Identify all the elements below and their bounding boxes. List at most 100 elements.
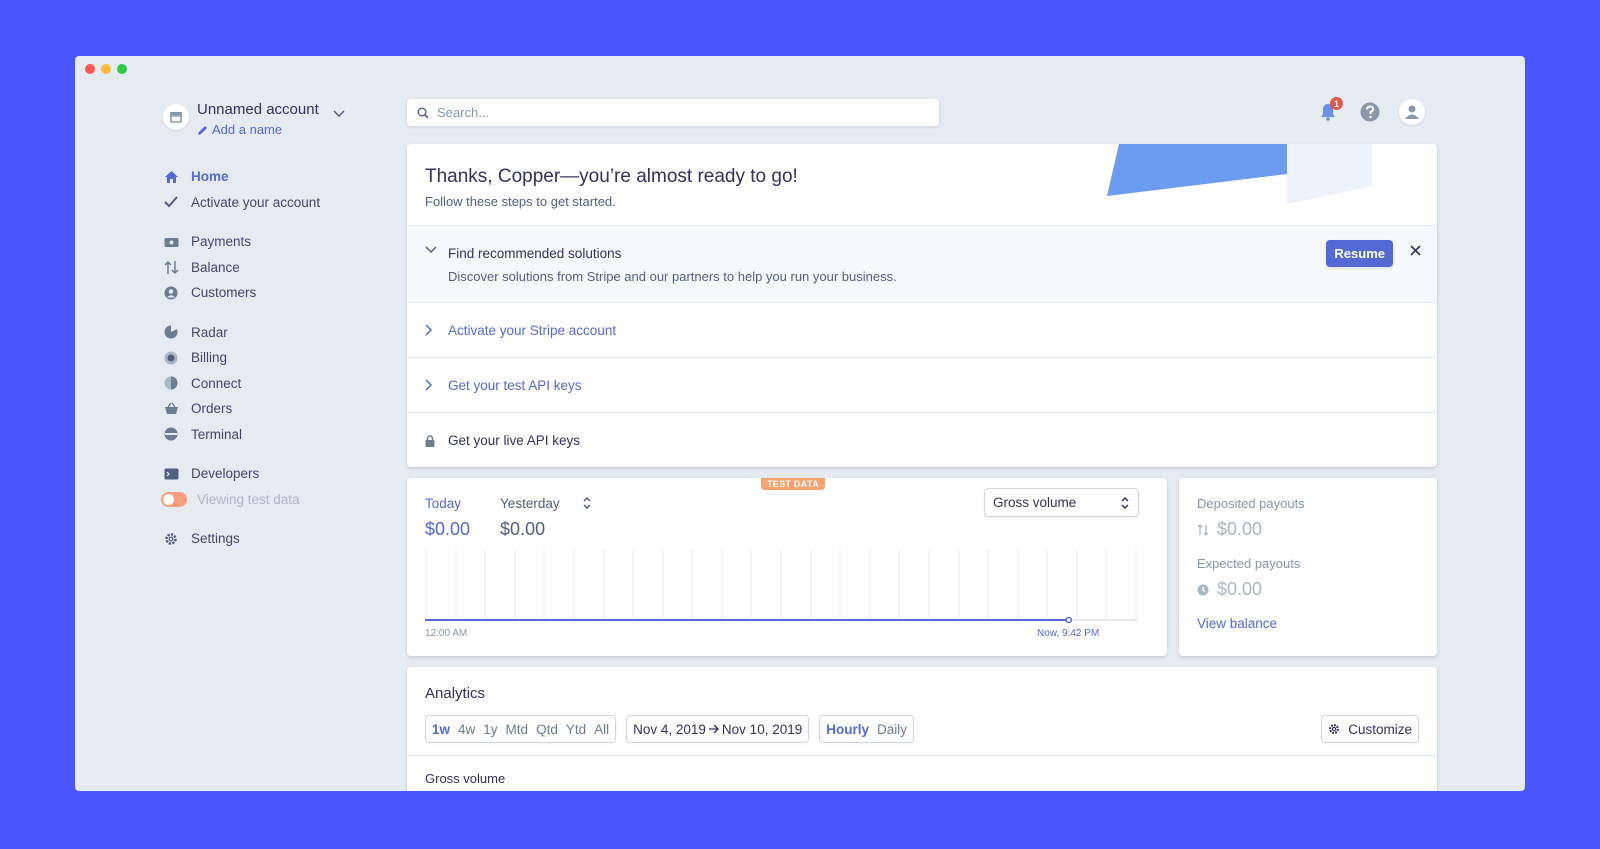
step-title: Find recommended solutions [448, 246, 622, 261]
step-live-api-keys: Get your live API keys [407, 413, 1437, 467]
sidebar-item-label: Orders [191, 401, 233, 417]
radar-icon [163, 324, 179, 340]
maximize-window-button[interactable] [117, 64, 127, 74]
notifications-button[interactable]: 1 [1315, 97, 1343, 125]
chevron-right-icon [425, 324, 439, 336]
customize-label: Customize [1348, 721, 1412, 737]
decorative-shapes [1107, 144, 1372, 204]
terminal-icon [163, 426, 179, 442]
step-description: Discover solutions from Stripe and our p… [448, 269, 897, 284]
sidebar-item-billing[interactable]: Billing [163, 345, 363, 371]
step-activate-account[interactable]: Activate your Stripe account [407, 303, 1437, 358]
tab-label: Today [425, 496, 462, 511]
tab-today[interactable]: Today $0.00 [425, 496, 470, 540]
billing-icon [163, 350, 179, 366]
add-name-label: Add a name [212, 122, 283, 137]
sidebar-item-radar[interactable]: Radar [163, 320, 363, 346]
range-option-1w[interactable]: 1w [432, 722, 450, 737]
sidebar-item-activate[interactable]: Activate your account [163, 190, 363, 216]
tab-label: Yesterday [500, 496, 560, 511]
chart-now-point [1065, 616, 1073, 624]
metric-select-value: Gross volume [993, 495, 1077, 510]
sidebar-item-test-data[interactable]: Viewing test data [161, 487, 363, 513]
close-icon[interactable] [1410, 244, 1421, 259]
transfer-arrows-icon [1197, 523, 1209, 536]
sidebar-item-home[interactable]: Home [163, 164, 363, 190]
deposited-payouts-label: Deposited payouts [1197, 496, 1305, 511]
sidebar-item-orders[interactable]: Orders [163, 396, 363, 422]
home-icon [163, 169, 179, 185]
notification-count-badge: 1 [1330, 97, 1343, 110]
step-title: Activate your Stripe account [448, 322, 617, 338]
customer-icon [163, 285, 179, 301]
chevron-right-icon [425, 379, 439, 391]
step-test-api-keys[interactable]: Get your test API keys [407, 358, 1437, 413]
minimize-window-button[interactable] [101, 64, 111, 74]
chevron-down-icon [425, 246, 439, 254]
test-data-badge: TEST DATA [761, 478, 825, 490]
gross-volume-card: TEST DATA Today $0.00 Yesterday $0.00 Gr… [407, 478, 1167, 656]
step-recommended-solutions[interactable]: Find recommended solutions Discover solu… [407, 226, 1437, 303]
sidebar-item-label: Radar [191, 324, 228, 340]
help-button[interactable] [1357, 99, 1383, 125]
console-icon [163, 466, 179, 482]
add-name-link[interactable]: Add a name [197, 120, 319, 140]
close-window-button[interactable] [85, 64, 95, 74]
expected-amount: $0.00 [1217, 579, 1263, 599]
granularity-daily[interactable]: Daily [877, 722, 907, 737]
search-input[interactable] [437, 105, 917, 120]
range-option-1y[interactable]: 1y [483, 722, 497, 737]
connect-icon [163, 375, 179, 391]
date-from: Nov 4, 2019 [633, 721, 706, 737]
account-name: Unnamed account [197, 101, 319, 118]
tab-value: $0.00 [500, 519, 546, 539]
tab-value: $0.00 [425, 519, 471, 539]
chevron-down-icon[interactable] [333, 110, 345, 118]
compare-sort-icon[interactable] [582, 496, 592, 513]
metric-select[interactable]: Gross volume [984, 488, 1139, 517]
user-avatar-button[interactable] [1399, 99, 1425, 125]
search-bar[interactable] [407, 99, 939, 126]
granularity-hourly[interactable]: Hourly [826, 722, 869, 737]
date-range-picker[interactable]: Nov 4, 2019 Nov 10, 2019 [626, 715, 810, 743]
sidebar-item-payments[interactable]: Payments [163, 229, 363, 255]
balance-arrows-icon [163, 259, 179, 275]
test-data-toggle[interactable] [161, 491, 187, 507]
deposited-payouts-value: $0.00 [1197, 519, 1419, 540]
expected-payouts-label: Expected payouts [1197, 556, 1301, 571]
sidebar-item-label: Connect [191, 375, 242, 391]
range-option-4w[interactable]: 4w [458, 722, 475, 737]
range-option-qtd[interactable]: Qtd [536, 722, 558, 737]
sidebar-item-terminal[interactable]: Terminal [163, 422, 363, 448]
sidebar-item-balance[interactable]: Balance [163, 255, 363, 281]
clock-icon [1197, 584, 1209, 595]
date-to: Nov 10, 2019 [721, 721, 803, 737]
analytics-controls: 1w 4w 1y Mtd Qtd Ytd All Nov 4, 2019 Nov 10, 2… [425, 715, 915, 743]
onboarding-header: Thanks, Copper—you’re almost ready to go… [407, 144, 1437, 226]
search-icon [417, 107, 429, 119]
sidebar-item-label: Activate your account [191, 194, 321, 210]
range-option-mtd[interactable]: Mtd [506, 722, 529, 737]
sidebar-item-connect[interactable]: Connect [163, 371, 363, 397]
customize-button[interactable]: Customize [1321, 715, 1419, 743]
sidebar-item-label: Customers [191, 285, 257, 301]
tab-yesterday[interactable]: Yesterday $0.00 [500, 496, 560, 540]
view-balance-link[interactable]: View balance [1197, 616, 1419, 631]
arrow-right-icon [708, 724, 719, 734]
user-icon [1405, 105, 1419, 119]
sidebar-item-customers[interactable]: Customers [163, 280, 363, 306]
chart-end-label: Now, 9:42 PM [1037, 628, 1100, 639]
resume-button[interactable]: Resume [1326, 240, 1393, 267]
sidebar-item-settings[interactable]: Settings [163, 526, 363, 552]
checkmark-icon [163, 194, 179, 210]
period-tabs: Today $0.00 Yesterday $0.00 [425, 496, 560, 540]
account-switcher[interactable]: Unnamed account Add a name [163, 100, 363, 140]
range-option-ytd[interactable]: Ytd [566, 722, 586, 737]
sidebar-item-label: Developers [191, 466, 260, 482]
sidebar-item-developers[interactable]: Developers [163, 461, 363, 487]
chart-start-label: 12:00 AM [425, 628, 468, 639]
range-option-all[interactable]: All [594, 722, 609, 737]
analytics-card: Analytics 1w 4w 1y Mtd Qtd Ytd All Nov 4, 2019… [407, 667, 1437, 791]
pencil-icon [198, 125, 207, 135]
gear-icon [163, 531, 179, 547]
